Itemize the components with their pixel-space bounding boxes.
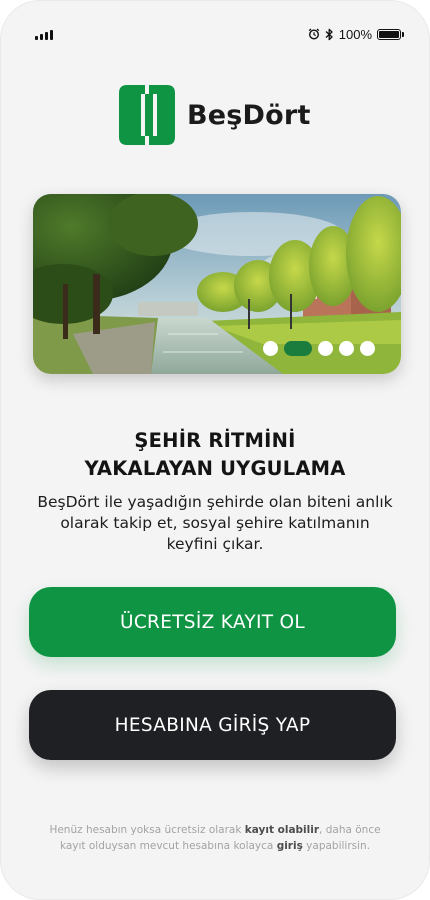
image-carousel[interactable] [33, 194, 401, 374]
status-bar: 100% [1, 23, 429, 45]
carousel-dot-4[interactable] [339, 341, 354, 356]
besdort-logo-mark [119, 85, 175, 145]
carousel-dot-3[interactable] [318, 341, 333, 356]
description-text: BeşDört ile yaşadığın şehirde olan biten… [37, 493, 393, 553]
status-indicators: 100% [308, 26, 404, 42]
carousel-dot-5[interactable] [360, 341, 375, 356]
footer-note: Henüz hesabın yoksa ücretsiz olarak kayı… [41, 822, 389, 854]
footer-text-3: yapabilirsin. [302, 840, 371, 852]
alarm-icon [308, 28, 319, 40]
bluetooth-icon [325, 28, 333, 40]
carousel-dot-1[interactable] [263, 341, 278, 356]
footer-text-1: Henüz hesabın yoksa ücretsiz olarak [49, 824, 245, 836]
headline-line-2: YAKALAYAN UYGULAMA [84, 457, 346, 480]
battery-level-fill [379, 30, 399, 38]
phone-screen: 100% BeşDört ŞEHİR RİTMİNİ YAKALAYAN UYG… [0, 0, 430, 900]
brand-name: BeşDört [187, 99, 311, 131]
carousel-dot-2[interactable] [284, 341, 312, 356]
headline: ŞEHİR RİTMİNİ YAKALAYAN UYGULAMA [1, 427, 429, 483]
signal-icon [35, 28, 53, 40]
brand-logo: BeşDört [119, 85, 311, 145]
login-link[interactable]: giriş [277, 840, 303, 852]
register-button[interactable]: ÜCRETSİZ KAYIT OL [29, 587, 396, 657]
login-button[interactable]: HESABINA GİRİŞ YAP [29, 690, 396, 760]
register-link[interactable]: kayıt olabilir [245, 824, 319, 836]
headline-line-1: ŞEHİR RİTMİNİ [134, 429, 296, 452]
battery-icon [377, 28, 404, 40]
carousel-pagination [263, 341, 375, 356]
battery-percentage: 100% [338, 26, 372, 42]
